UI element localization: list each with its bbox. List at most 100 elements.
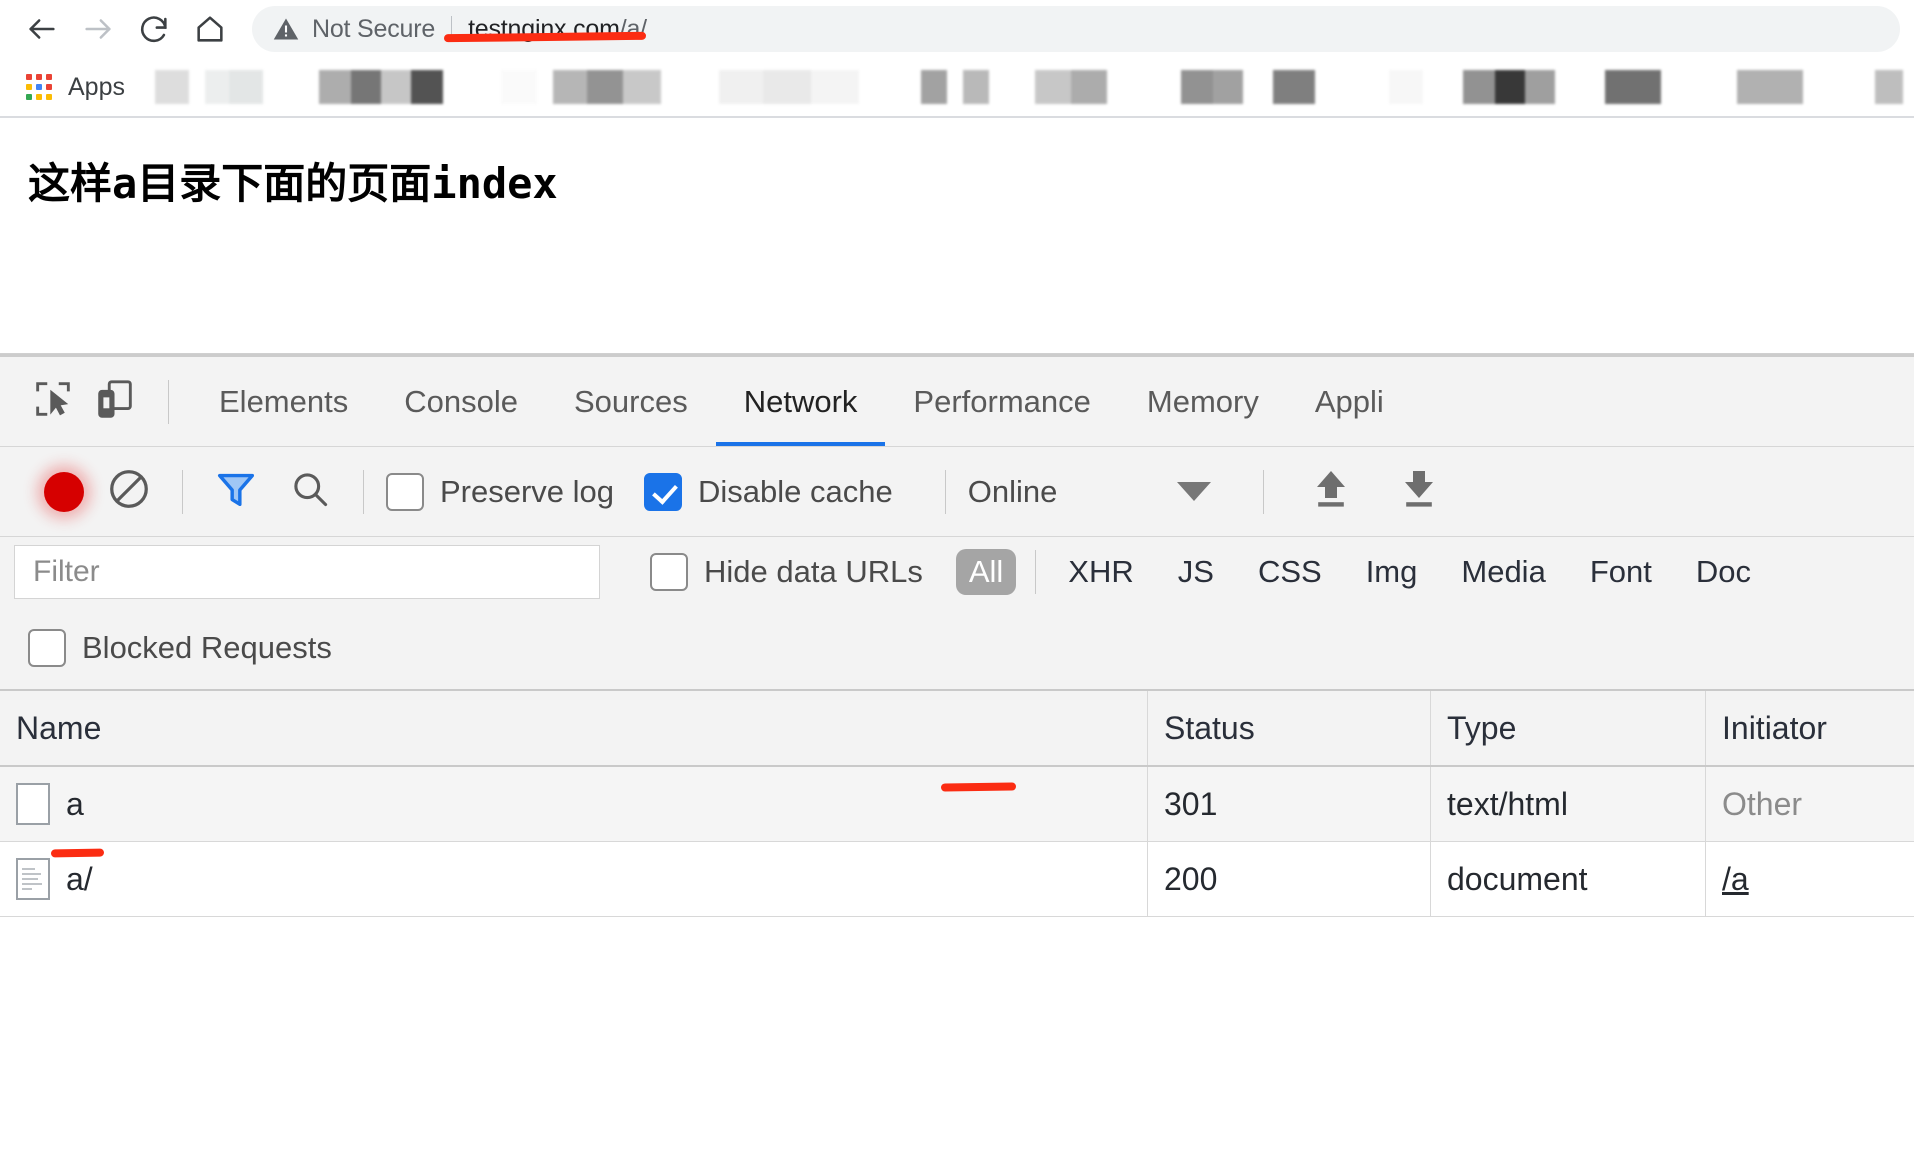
- search-button[interactable]: [279, 461, 341, 523]
- filter-toggle-button[interactable]: [205, 461, 267, 523]
- table-row[interactable]: a 301 text/html Other: [0, 767, 1914, 842]
- tab-network[interactable]: Network: [715, 357, 886, 446]
- bookmark-item[interactable]: [318, 70, 443, 104]
- bookmark-item[interactable]: [1462, 70, 1555, 104]
- filter-input[interactable]: [14, 545, 600, 599]
- bookmark-item[interactable]: [500, 70, 537, 104]
- type-filter-js[interactable]: JS: [1165, 549, 1227, 595]
- inspect-element-button[interactable]: [22, 371, 84, 433]
- cell-name[interactable]: a/: [0, 842, 1148, 916]
- reload-button[interactable]: [126, 1, 182, 57]
- clear-button[interactable]: [98, 461, 160, 523]
- bookmark-item[interactable]: [1388, 70, 1423, 104]
- tabbar-divider: [168, 379, 169, 424]
- tab-label: Console: [404, 383, 518, 419]
- devtools-panel: Elements Console Sources Network Perform…: [0, 354, 1914, 1155]
- network-toolbar: Preserve log Disable cache Online: [0, 447, 1914, 537]
- tab-elements[interactable]: Elements: [191, 357, 376, 446]
- cell-initiator[interactable]: /a: [1706, 842, 1914, 916]
- column-header-status[interactable]: Status: [1148, 691, 1431, 765]
- preserve-log-checkbox[interactable]: Preserve log: [386, 472, 615, 511]
- tab-performance[interactable]: Performance: [885, 357, 1118, 446]
- tab-sources[interactable]: Sources: [546, 357, 716, 446]
- table-header-row: Name Status Type Initiator: [0, 691, 1914, 767]
- toolbar-divider: [944, 469, 946, 514]
- cell-initiator: Other: [1722, 785, 1803, 822]
- type-filter-xhr[interactable]: XHR: [1055, 549, 1146, 595]
- hide-data-urls-checkbox[interactable]: Hide data URLs: [650, 553, 923, 591]
- disable-cache-label: Disable cache: [698, 473, 893, 509]
- bookmark-item[interactable]: [1180, 70, 1243, 104]
- device-toolbar-button[interactable]: [84, 371, 146, 433]
- apps-label[interactable]: Apps: [68, 73, 125, 102]
- reload-icon: [137, 12, 171, 46]
- cell-type: text/html: [1431, 767, 1706, 841]
- type-filter-font[interactable]: Font: [1577, 549, 1665, 595]
- checkbox-box[interactable]: [644, 472, 683, 511]
- type-filter-img[interactable]: Img: [1353, 549, 1431, 595]
- blocked-requests-row: Blocked Requests: [0, 607, 1914, 689]
- column-header-name[interactable]: Name: [0, 691, 1148, 765]
- export-har-button[interactable]: [1388, 461, 1450, 523]
- network-requests-table: Name Status Type Initiator a 301 text/ht…: [0, 689, 1914, 1155]
- tab-label: Elements: [219, 383, 349, 419]
- bookmark-item[interactable]: [718, 70, 859, 104]
- bookmark-item[interactable]: [1874, 70, 1903, 104]
- bookmark-item[interactable]: [154, 70, 189, 104]
- bookmarks-bar: Apps: [0, 58, 1914, 118]
- import-har-button[interactable]: [1300, 461, 1362, 523]
- arrow-right-icon: [81, 12, 115, 46]
- checkbox-box[interactable]: [650, 553, 688, 591]
- tab-label: Appli: [1314, 383, 1384, 419]
- tab-label: Performance: [913, 383, 1091, 419]
- column-header-initiator[interactable]: Initiator: [1706, 691, 1914, 765]
- column-header-type[interactable]: Type: [1431, 691, 1706, 765]
- chevron-down-icon[interactable]: [1177, 482, 1212, 501]
- tab-label: Memory: [1146, 383, 1259, 419]
- bookmark-item[interactable]: [1736, 70, 1803, 104]
- bookmark-item[interactable]: [204, 70, 263, 104]
- tab-application[interactable]: Appli: [1287, 357, 1412, 446]
- bookmark-item[interactable]: [1272, 70, 1315, 104]
- back-button[interactable]: [14, 1, 70, 57]
- home-button[interactable]: [182, 1, 238, 57]
- bookmark-item[interactable]: [1604, 70, 1661, 104]
- apps-grid-icon[interactable]: [26, 74, 52, 100]
- arrow-left-icon: [25, 12, 59, 46]
- type-filter-css[interactable]: CSS: [1245, 549, 1335, 595]
- home-icon: [193, 12, 227, 46]
- checkbox-box[interactable]: [386, 472, 424, 511]
- disable-cache-checkbox[interactable]: Disable cache: [644, 472, 893, 511]
- forward-button[interactable]: [70, 1, 126, 57]
- throttling-select-value[interactable]: Online: [968, 474, 1058, 510]
- cell-type: document: [1431, 842, 1706, 916]
- preserve-log-label: Preserve log: [440, 473, 615, 509]
- omnibox[interactable]: Not Secure testnginx.com/a/: [252, 6, 1900, 52]
- initiator-link[interactable]: /a: [1722, 861, 1749, 898]
- request-name: a/: [66, 860, 93, 897]
- browser-chrome: Not Secure testnginx.com/a/ Apps: [0, 0, 1914, 118]
- checkbox-box[interactable]: [28, 629, 66, 667]
- toolbar-divider: [363, 469, 364, 514]
- type-filter-media[interactable]: Media: [1448, 549, 1558, 595]
- record-button[interactable]: [44, 471, 84, 512]
- bookmark-item[interactable]: [1034, 70, 1107, 104]
- type-filter-doc[interactable]: Doc: [1683, 549, 1764, 595]
- bookmark-item[interactable]: [920, 70, 947, 104]
- url-host: testnginx.com: [468, 14, 620, 43]
- filterbar-divider: [1035, 550, 1037, 594]
- bookmark-item[interactable]: [962, 70, 989, 104]
- browser-toolbar: Not Secure testnginx.com/a/: [0, 0, 1914, 58]
- devtools-tabbar: Elements Console Sources Network Perform…: [0, 357, 1914, 447]
- tab-memory[interactable]: Memory: [1119, 357, 1287, 446]
- type-filter-all[interactable]: All: [955, 549, 1017, 595]
- blocked-requests-checkbox[interactable]: Blocked Requests: [28, 629, 332, 667]
- cell-name[interactable]: a: [0, 767, 1148, 841]
- tab-console[interactable]: Console: [376, 357, 546, 446]
- inspect-cursor-icon: [30, 376, 76, 427]
- device-toolbar-icon: [92, 376, 138, 427]
- table-row[interactable]: a/ 200 document /a: [0, 842, 1914, 917]
- url-path: /a/: [619, 14, 647, 43]
- bookmark-item[interactable]: [552, 70, 661, 104]
- blocked-requests-label: Blocked Requests: [82, 630, 332, 665]
